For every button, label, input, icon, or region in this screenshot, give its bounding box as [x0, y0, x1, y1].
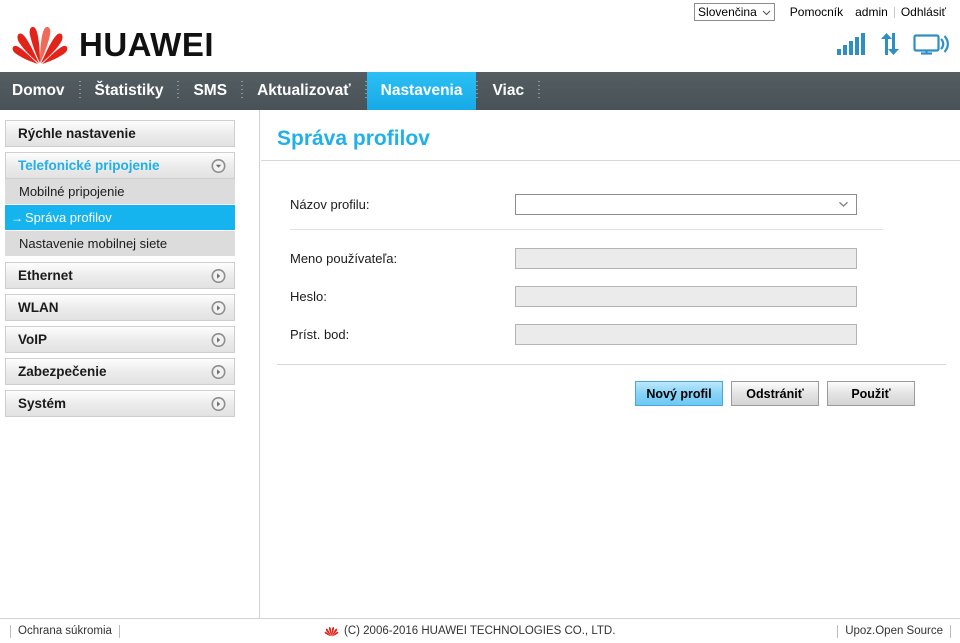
- brand-band: HUAWEI: [0, 24, 960, 72]
- username-field[interactable]: [515, 247, 857, 269]
- chevron-right-circle-icon[interactable]: [211, 332, 226, 347]
- apn-label: Príst. bod:: [290, 326, 350, 342]
- nav-item-sms[interactable]: SMS: [179, 72, 241, 110]
- password-label: Heslo:: [290, 288, 327, 304]
- nav-item-nastavenia[interactable]: Nastavenia: [366, 72, 477, 110]
- sidebar-item-label: Systém: [18, 396, 67, 411]
- username-label: Meno používateľa:: [290, 250, 398, 266]
- language-selector[interactable]: Slovenčina: [694, 3, 775, 21]
- data-transfer-arrows-icon: [878, 33, 902, 55]
- form-divider: [290, 229, 883, 230]
- chevron-right-circle-icon[interactable]: [211, 364, 226, 379]
- footer-divider: [118, 624, 120, 638]
- main-panel: Správa profilov Názov profilu: Meno použ…: [261, 110, 960, 618]
- sidebar-item-wlan[interactable]: WLAN: [5, 294, 235, 321]
- delete-button[interactable]: Odstrániť: [731, 381, 819, 406]
- footer-divider: [950, 624, 951, 638]
- chevron-right-circle-icon[interactable]: [211, 396, 226, 411]
- chevron-right-circle-icon[interactable]: [211, 268, 226, 283]
- form-row-password: Heslo:: [290, 281, 960, 311]
- profile-form: Názov profilu: Meno používateľa: Heslo:: [261, 161, 960, 349]
- sidebar-group-quick-setup: Rýchle nastavenie: [5, 120, 235, 147]
- footer-center: (C) 2006-2016 HUAWEI TECHNOLOGIES CO., L…: [324, 625, 615, 637]
- new-profile-button[interactable]: Nový profil: [635, 381, 723, 406]
- brand-logo: HUAWEI: [10, 24, 214, 66]
- chevron-down-circle-icon[interactable]: [211, 158, 226, 173]
- sidebar-item-dialup[interactable]: Telefonické pripojenie: [5, 152, 235, 179]
- content-area: Rýchle nastavenie Telefonické pripojenie: [0, 110, 960, 618]
- logout-link[interactable]: Odhlásiť: [895, 5, 952, 19]
- current-user-label[interactable]: admin: [849, 5, 894, 19]
- sidebar-group-system: Systém: [5, 390, 235, 417]
- nav-divider: [364, 81, 367, 101]
- profile-name-label: Názov profilu:: [290, 196, 370, 212]
- sidebar-group-wlan: WLAN: [5, 294, 235, 321]
- copyright-text: (C) 2006-2016 HUAWEI TECHNOLOGIES CO., L…: [344, 625, 616, 637]
- footer-right: Upoz.Open Source: [837, 624, 951, 638]
- sidebar-group-voip: VoIP: [5, 326, 235, 353]
- sidebar-item-label: Telefonické pripojenie: [18, 158, 160, 173]
- huawei-flower-logo: [10, 24, 70, 66]
- form-row-apn: Príst. bod:: [290, 319, 960, 349]
- sidebar-item-profile-management[interactable]: → Správa profilov: [5, 205, 235, 231]
- privacy-link[interactable]: Ochrana súkromia: [18, 625, 112, 637]
- sidebar-item-ethernet[interactable]: Ethernet: [5, 262, 235, 289]
- sidebar-group-security: Zabezpečenie: [5, 358, 235, 385]
- connected-device-icon: [913, 33, 949, 55]
- signal-bars-icon: [837, 33, 867, 55]
- topbar: Slovenčina Pomocník admin Odhlásiť: [0, 0, 960, 24]
- sidebar-item-label: Zabezpečenie: [18, 364, 107, 379]
- nav-divider: [538, 81, 541, 101]
- brand-wordmark: HUAWEI: [79, 26, 214, 63]
- main-navigation: Domov Štatistiky SMS Aktualizovať Nastav…: [0, 72, 960, 110]
- form-actions: Nový profil Odstrániť Použiť: [261, 365, 960, 406]
- chevron-down-icon: [761, 6, 772, 17]
- sidebar: Rýchle nastavenie Telefonické pripojenie: [0, 110, 260, 618]
- nav-item-viac[interactable]: Viac: [478, 72, 538, 110]
- active-arrow-icon: →: [11, 210, 23, 225]
- sidebar-group-ethernet: Ethernet: [5, 262, 235, 289]
- open-source-notice-link[interactable]: Upoz.Open Source: [845, 625, 943, 637]
- language-selector-value: Slovenčina: [698, 5, 757, 19]
- sidebar-item-label: WLAN: [18, 300, 59, 315]
- sidebar-item-mobile-network-settings[interactable]: Nastavenie mobilnej siete: [5, 231, 235, 257]
- sidebar-item-label: Rýchle nastavenie: [18, 126, 136, 141]
- sidebar-item-label: Ethernet: [18, 268, 73, 283]
- apply-button[interactable]: Použiť: [827, 381, 915, 406]
- sidebar-item-label: Mobilné pripojenie: [19, 184, 125, 199]
- sidebar-item-mobile-connection[interactable]: Mobilné pripojenie: [5, 179, 235, 205]
- footer: Ochrana súkromia (C) 2006-2016 HUAWEI TE…: [0, 618, 960, 643]
- status-icon-group: [837, 33, 949, 55]
- form-row-profile-name: Názov profilu:: [290, 189, 960, 219]
- profile-name-select[interactable]: [515, 193, 857, 215]
- nav-divider: [78, 81, 81, 101]
- sidebar-group-dialup: Telefonické pripojenie Mobilné pripojeni…: [5, 152, 235, 257]
- sidebar-item-security[interactable]: Zabezpečenie: [5, 358, 235, 385]
- sidebar-item-voip[interactable]: VoIP: [5, 326, 235, 353]
- footer-divider: [10, 624, 11, 638]
- nav-divider: [241, 81, 244, 101]
- sidebar-item-label: Nastavenie mobilnej siete: [19, 236, 168, 251]
- form-row-username: Meno používateľa:: [290, 243, 960, 273]
- sidebar-item-label: VoIP: [18, 332, 48, 347]
- huawei-flower-logo: [324, 626, 339, 637]
- nav-divider: [177, 81, 180, 101]
- chevron-right-circle-icon[interactable]: [211, 300, 226, 315]
- apn-field[interactable]: [515, 323, 857, 345]
- chevron-down-icon: [837, 198, 850, 211]
- nav-item-domov[interactable]: Domov: [0, 72, 79, 110]
- nav-item-aktualizovat[interactable]: Aktualizovať: [243, 72, 365, 110]
- nav-divider: [476, 81, 479, 101]
- page-title: Správa profilov: [277, 127, 430, 150]
- nav-item-statistiky[interactable]: Štatistiky: [81, 72, 178, 110]
- password-field[interactable]: [515, 285, 857, 307]
- sidebar-item-system[interactable]: Systém: [5, 390, 235, 417]
- footer-left: Ochrana súkromia: [10, 624, 120, 638]
- sidebar-item-label: Správa profilov: [25, 210, 112, 225]
- footer-divider: [837, 624, 839, 638]
- help-link[interactable]: Pomocník: [784, 5, 849, 19]
- router-admin-page: Slovenčina Pomocník admin Odhlásiť HUAWE…: [0, 0, 960, 643]
- sidebar-item-quick-setup[interactable]: Rýchle nastavenie: [5, 120, 235, 147]
